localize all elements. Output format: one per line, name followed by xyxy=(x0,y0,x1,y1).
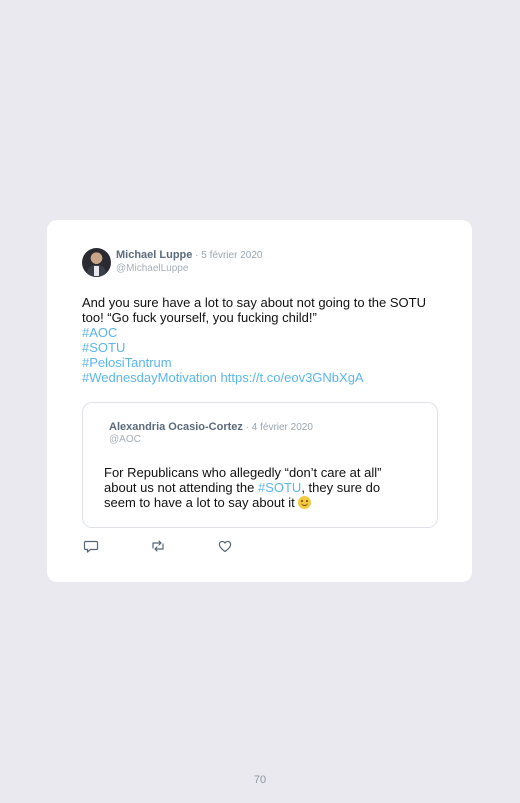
tweet-date[interactable]: 5 février 2020 xyxy=(201,250,262,261)
quoted-author-row: Alexandria Ocasio-Cortez · 4 février 202… xyxy=(109,421,313,433)
heart-icon[interactable] xyxy=(217,538,233,554)
date-separator: · xyxy=(192,250,202,261)
hashtag-aoc[interactable]: #AOC xyxy=(82,325,117,340)
quoted-tweet-text: For Republicans who allegedly “don’t car… xyxy=(104,465,424,510)
author-name[interactable]: Michael Luppe xyxy=(116,249,192,261)
quoted-text-fragment: , they sure do xyxy=(301,480,381,495)
tweet-card: Michael Luppe · 5 février 2020 @MichaelL… xyxy=(47,220,472,582)
avatar[interactable] xyxy=(82,248,111,277)
quoted-author-name[interactable]: Alexandria Ocasio-Cortez xyxy=(109,421,243,433)
quoted-hashtag-sotu[interactable]: #SOTU xyxy=(258,480,301,495)
hashtag-sotu[interactable]: #SOTU xyxy=(82,340,125,355)
tweet-link[interactable]: https://t.co/eov3GNbXgA xyxy=(221,370,364,385)
author-row: Michael Luppe · 5 février 2020 xyxy=(116,249,262,262)
quoted-author-handle[interactable]: @AOC xyxy=(109,434,141,445)
avatar-shirt xyxy=(94,266,99,276)
tweet-text: And you sure have a lot to say about not… xyxy=(82,295,442,385)
quoted-date-separator: · xyxy=(242,422,252,433)
quoted-tweet-date[interactable]: 4 février 2020 xyxy=(252,422,313,433)
tweet-text-line: too! “Go fuck yourself, you fucking chil… xyxy=(82,310,317,325)
quoted-text-line: seem to have a lot to say about it xyxy=(104,495,295,510)
slightly-smiling-face-emoji xyxy=(298,496,312,509)
hashtag-wednesdaymotivation[interactable]: #WednesdayMotivation xyxy=(82,370,217,385)
quoted-text-line: For Republicans who allegedly “don’t car… xyxy=(104,465,382,480)
quoted-text-fragment: about us not attending the xyxy=(104,480,258,495)
quoted-tweet[interactable]: Alexandria Ocasio-Cortez · 4 février 202… xyxy=(82,402,438,528)
tweet-text-line: And you sure have a lot to say about not… xyxy=(82,295,426,310)
page-number: 70 xyxy=(253,774,267,786)
author-handle[interactable]: @MichaelLuppe xyxy=(116,263,188,274)
reply-icon[interactable] xyxy=(83,538,99,554)
retweet-icon[interactable] xyxy=(150,538,166,554)
hashtag-pelositantrum[interactable]: #PelosiTantrum xyxy=(82,355,172,370)
